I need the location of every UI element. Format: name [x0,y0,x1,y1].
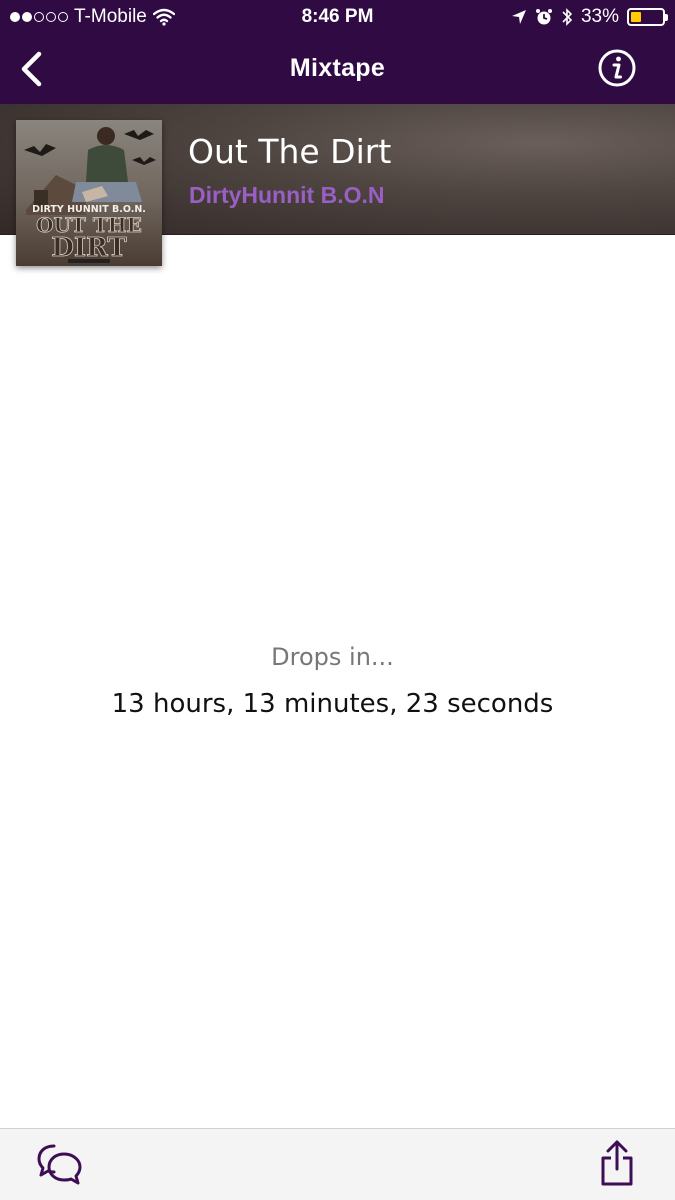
battery-level [631,12,641,22]
chat-bubbles-icon [37,1144,82,1185]
bottom-toolbar [0,1128,675,1200]
location-arrow-icon [511,10,526,24]
chat-button[interactable] [36,1141,84,1187]
battery-icon [627,8,668,26]
status-bar: T-Mobile 8:46 PM 33% [0,0,675,34]
cover-title-line2: DIRT [51,233,127,263]
alarm-clock-icon [535,9,552,25]
bluetooth-icon [562,8,573,26]
battery-percent: 33% [580,6,619,27]
share-icon [601,1140,633,1186]
drops-in-label: Drops in... [271,643,394,671]
status-right: 33% [511,6,668,28]
page-title: Mixtape [289,54,386,82]
info-circle-icon [598,49,636,87]
album-cover-art: DIRTY HUNNIT B.O.N. OUT THE DIRT [16,120,162,266]
album-title: Out The Dirt [188,132,392,171]
share-button[interactable] [599,1139,635,1187]
artist-name-link[interactable]: DirtyHunnit B.O.N [189,182,385,209]
nav-bar: Mixtape [0,34,675,104]
info-button[interactable] [597,48,637,88]
album-cover[interactable]: DIRTY HUNNIT B.O.N. OUT THE DIRT [16,120,162,266]
countdown-timer: 13 hours, 13 minutes, 23 seconds [111,689,554,719]
